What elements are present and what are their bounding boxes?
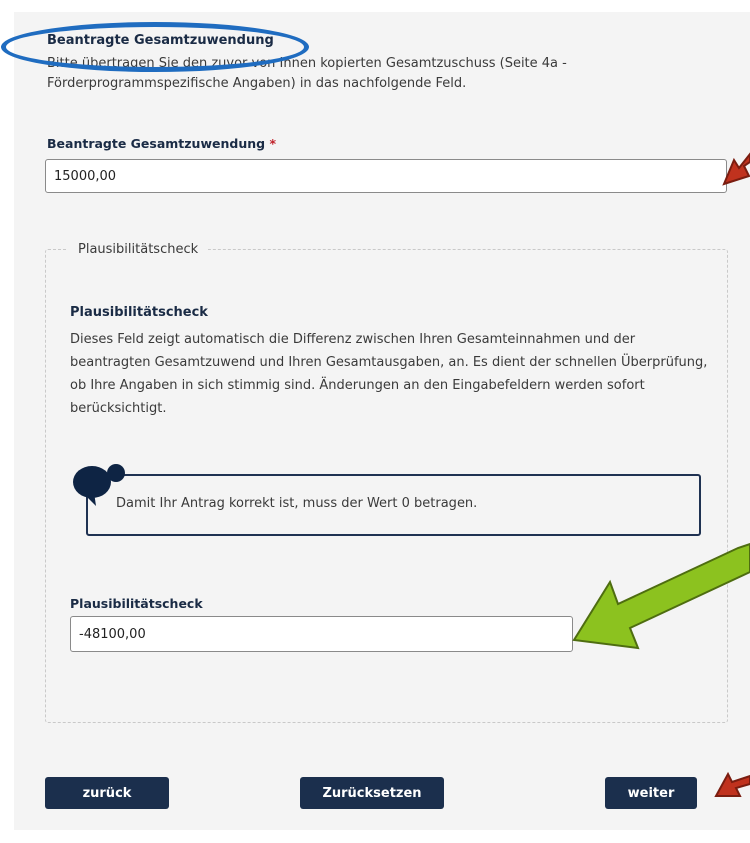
plausibility-description: Dieses Feld zeigt automatisch die Differ… <box>70 332 708 416</box>
grant-field-label-text: Beantragte Gesamtzuwendung <box>47 136 266 151</box>
green-arrow-icon <box>572 542 750 650</box>
red-arrow-icon <box>714 771 750 797</box>
reset-button[interactable]: Zurücksetzen <box>300 777 444 809</box>
back-button[interactable]: zurück <box>45 777 169 809</box>
plausibility-heading: Plausibilitätscheck <box>70 305 208 320</box>
info-text: Damit Ihr Antrag korrekt ist, muss der W… <box>116 496 478 511</box>
plausibility-field-label: Plausibilitätscheck <box>70 596 203 611</box>
plausibility-legend: Plausibilitätscheck <box>68 242 209 257</box>
annotation-oval <box>1 22 309 72</box>
grant-amount-value: 15000,00 <box>54 168 117 184</box>
red-arrow-icon <box>722 152 750 186</box>
next-button[interactable]: weiter <box>605 777 697 809</box>
grant-field-label: Beantragte Gesamtzuwendung * <box>47 136 276 151</box>
required-mark: * <box>269 136 276 151</box>
grant-amount-input[interactable]: 15000,00 <box>45 159 727 193</box>
plausibility-check-value: -48100,00 <box>79 626 146 642</box>
plausibility-check-input[interactable]: -48100,00 <box>70 616 573 652</box>
